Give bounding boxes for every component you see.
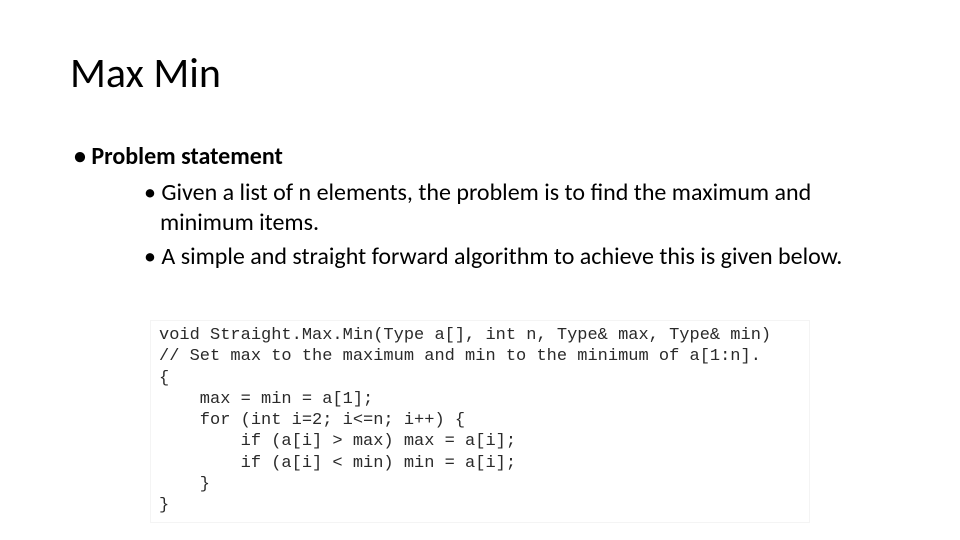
code-line-6: if (a[i] > max) max = a[i];	[159, 432, 516, 451]
code-line-3: {	[159, 369, 169, 388]
code-line-2: // Set max to the maximum and min to the…	[159, 347, 761, 366]
bullet-list-level1: Problem statement	[74, 142, 894, 172]
slide: Max Min Problem statement Given a list o…	[0, 0, 960, 540]
problem-statement-label: Problem statement	[74, 142, 894, 172]
bullet-given-list: Given a list of n elements, the problem …	[138, 178, 894, 238]
algorithm-code-block: void Straight.Max.Min(Type a[], int n, T…	[150, 320, 810, 523]
page-title: Max Min	[70, 48, 221, 99]
code-line-9: }	[159, 496, 169, 515]
code-line-5: for (int i=2; i<=n; i++) {	[159, 411, 465, 430]
code-line-1: void Straight.Max.Min(Type a[], int n, T…	[159, 326, 771, 345]
code-line-4: max = min = a[1];	[159, 390, 373, 409]
bullet-simple-algorithm: A simple and straight forward algorithm …	[138, 242, 894, 272]
code-line-8: }	[159, 475, 210, 494]
body-text: Problem statement Given a list of n elem…	[74, 142, 894, 276]
bullet-list-level2: Given a list of n elements, the problem …	[138, 178, 894, 272]
code-line-7: if (a[i] < min) min = a[i];	[159, 454, 516, 473]
